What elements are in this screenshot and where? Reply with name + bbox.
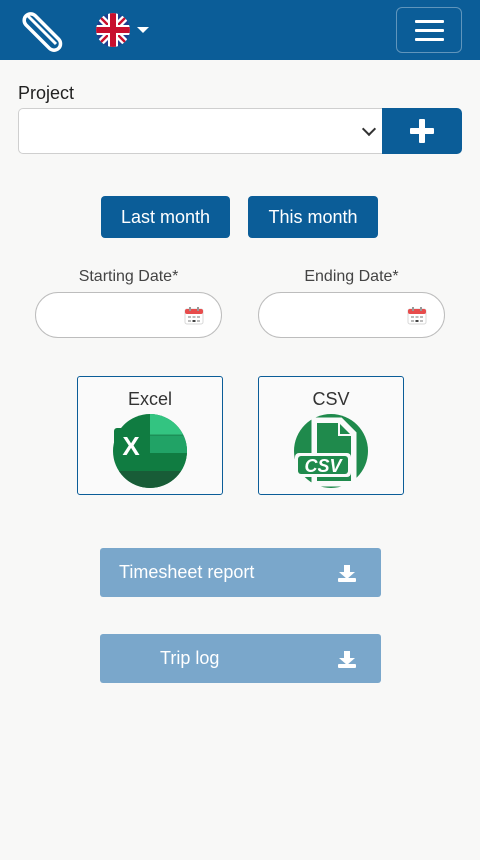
download-icon: [338, 565, 356, 582]
logo-icon[interactable]: [18, 8, 66, 54]
csv-export-card[interactable]: CSV CSV: [258, 376, 404, 495]
chevron-down-icon: [137, 27, 149, 33]
download-icon: [338, 651, 356, 668]
csv-icon-text: CSV: [304, 456, 343, 476]
trip-log-label: Trip log: [160, 648, 220, 668]
csv-file-icon: CSV: [294, 414, 368, 488]
this-month-button[interactable]: This month: [248, 196, 378, 238]
timesheet-report-download-button[interactable]: Timesheet report: [100, 548, 381, 597]
excel-export-label: Excel: [127, 389, 172, 409]
hamburger-menu-button[interactable]: [396, 7, 462, 53]
csv-export-label: CSV: [312, 389, 350, 409]
hamburger-menu-icon-line: [415, 38, 444, 41]
excel-icon: X: [113, 414, 187, 488]
top-navbar: [0, 0, 480, 60]
language-selector[interactable]: [96, 13, 152, 47]
project-select[interactable]: [18, 108, 382, 154]
end-date-label: Ending Date*: [304, 268, 399, 285]
project-label: Project: [18, 83, 75, 103]
hamburger-menu-icon-line: [415, 29, 444, 32]
excel-export-card[interactable]: Excel X: [77, 376, 223, 495]
add-project-button[interactable]: [382, 108, 462, 154]
start-date-label: Starting Date*: [78, 268, 179, 285]
last-month-button[interactable]: Last month: [101, 196, 230, 238]
start-date-input[interactable]: [35, 292, 222, 338]
timesheet-report-label: Timesheet report: [119, 562, 255, 582]
calendar-icon[interactable]: [407, 307, 427, 325]
calendar-icon[interactable]: [184, 307, 204, 325]
uk-flag-icon: [96, 13, 130, 47]
excel-icon-letter: X: [122, 431, 140, 461]
end-date-input[interactable]: [258, 292, 445, 338]
trip-log-download-button[interactable]: Trip log: [100, 634, 381, 683]
hamburger-menu-icon: [415, 20, 444, 23]
plus-icon-bar: [410, 128, 434, 134]
